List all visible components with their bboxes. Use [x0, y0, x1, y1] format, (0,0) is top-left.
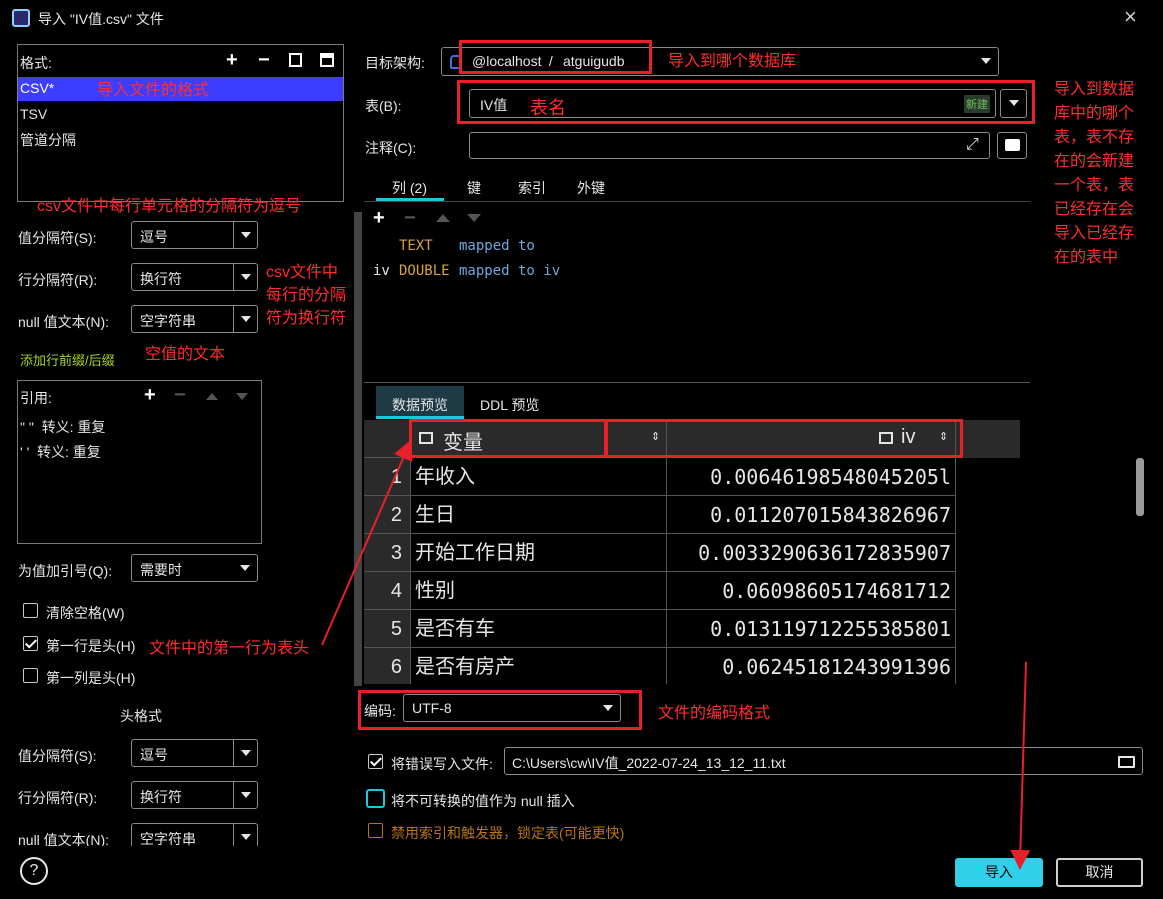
arrow-import	[1010, 661, 1031, 870]
annotation-arrows	[321, 439, 1031, 870]
arrow-first-row	[321, 439, 413, 646]
